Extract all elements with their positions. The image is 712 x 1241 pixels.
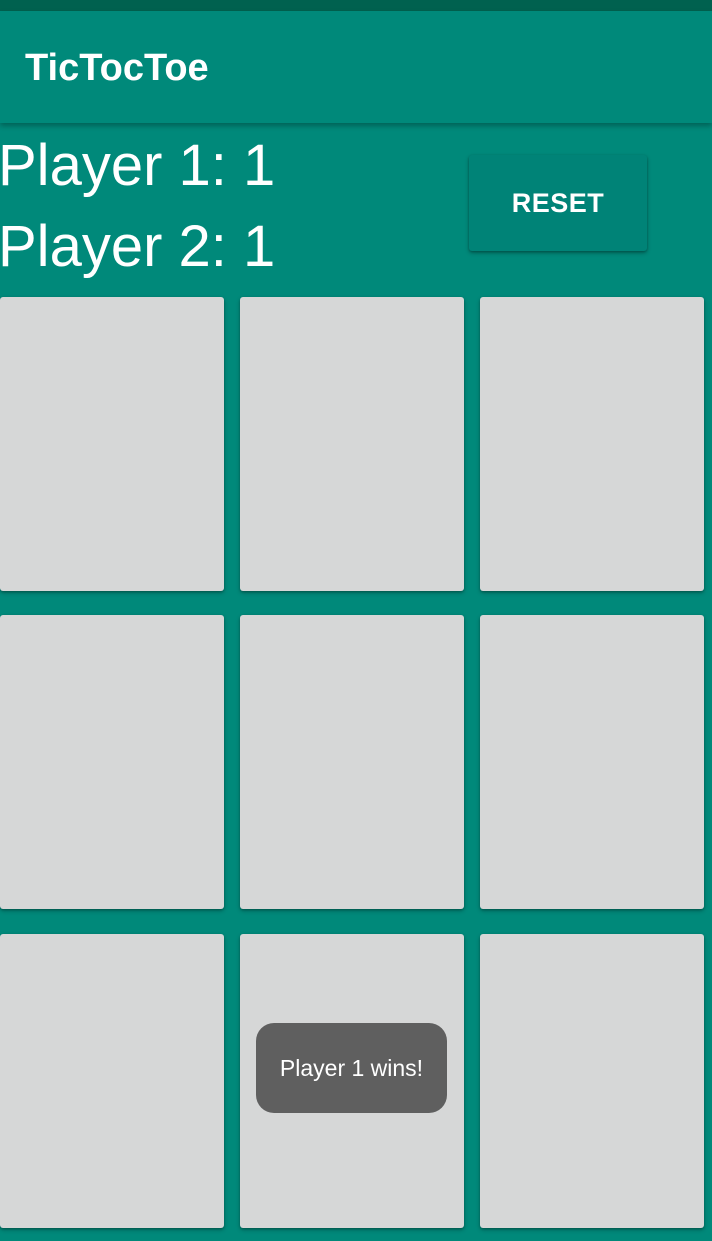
board-cell-9[interactable] <box>480 934 704 1228</box>
toast-message: Player 1 wins! <box>256 1023 447 1113</box>
board-cell-4[interactable] <box>0 615 224 909</box>
board-cell-1[interactable] <box>0 297 224 591</box>
status-bar <box>0 0 712 11</box>
board-cell-5[interactable] <box>240 615 464 909</box>
board-cell-3[interactable] <box>480 297 704 591</box>
reset-button[interactable]: RESET <box>469 155 647 251</box>
board-cell-7[interactable] <box>0 934 224 1228</box>
player-1-score: Player 1: 1 <box>0 133 276 198</box>
player-2-score: Player 2: 1 <box>0 214 276 279</box>
board-cell-2[interactable] <box>240 297 464 591</box>
app-bar: TicTocToe <box>0 11 712 123</box>
board-cell-6[interactable] <box>480 615 704 909</box>
app-title: TicTocToe <box>25 47 209 89</box>
